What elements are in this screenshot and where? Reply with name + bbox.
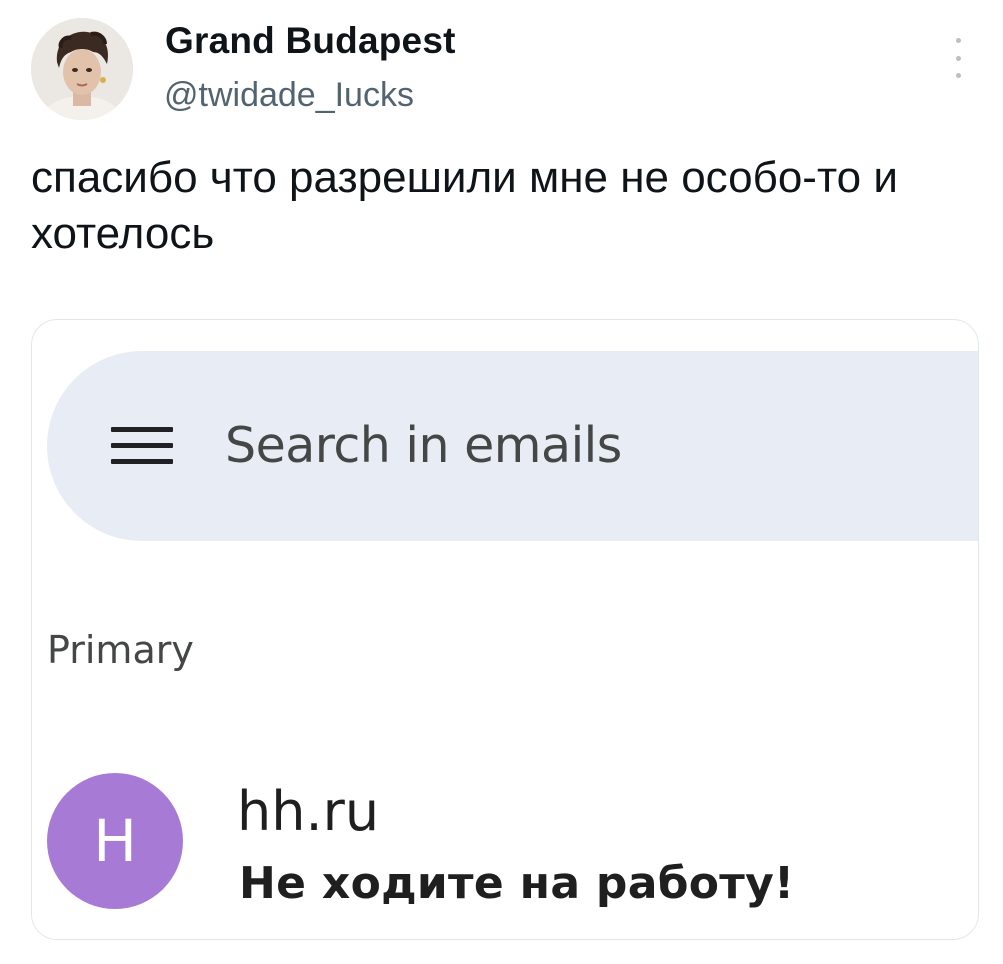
search-input[interactable]: Search in emails xyxy=(225,415,925,477)
more-options-button[interactable] xyxy=(944,38,972,78)
more-vertical-icon xyxy=(955,38,961,43)
email-search-bar[interactable]: Search in emails xyxy=(47,351,978,541)
sender-avatar: H xyxy=(47,773,183,909)
user-avatar-photo-icon xyxy=(31,18,133,120)
user-avatar[interactable] xyxy=(31,18,133,120)
more-vertical-icon-dot xyxy=(955,55,961,61)
inbox-section-label: Primary xyxy=(47,628,194,672)
hamburger-menu-icon[interactable] xyxy=(111,427,173,465)
tweet-text: спасибо что разрешили мне не особо-то и … xyxy=(31,153,898,258)
email-sender: hh.ru xyxy=(237,780,380,843)
email-list-item[interactable]: H hh.ru Не ходите на работу! xyxy=(32,760,978,930)
attached-screenshot[interactable]: Search in emails Primary H hh.ru Не ходи… xyxy=(31,319,979,940)
email-subject: Не ходите на работу! xyxy=(239,858,795,909)
author-handle[interactable]: @twidade_Iucks xyxy=(164,76,414,115)
more-vertical-icon-dot xyxy=(955,73,961,78)
author-display-name[interactable]: Grand Budapest xyxy=(165,20,456,62)
